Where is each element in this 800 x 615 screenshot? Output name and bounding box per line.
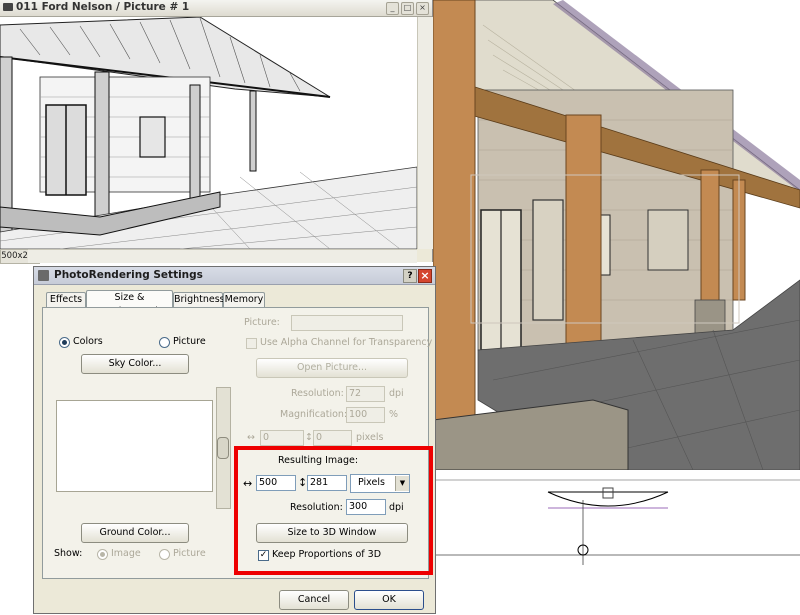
show-image-radio[interactable] [97,549,108,560]
picture-width-field[interactable]: 0 [260,430,304,446]
show-image-label: Image [111,548,141,559]
close-icon[interactable]: × [416,2,429,15]
picture-radio-label: Picture [173,336,206,347]
vertical-scrollbar[interactable] [417,17,433,249]
picture-resolution-unit: dpi [389,388,404,399]
tab-brightness[interactable]: Brightness [173,292,225,307]
picture-radio[interactable] [159,337,170,348]
dialog-app-icon [38,270,49,281]
ok-button[interactable]: OK [354,590,424,610]
magnification-field[interactable]: 100 [346,407,385,423]
magnification-label: Magnification: [280,409,348,420]
picture-height-field[interactable]: 0 [313,430,352,446]
width-arrow-icon: ↔ [247,432,255,443]
magnification-unit: % [389,409,399,420]
ground-color-button[interactable]: Ground Color... [81,523,189,543]
picture-resolution-field[interactable]: 72 [346,386,385,402]
maximize-icon[interactable]: □ [401,2,414,15]
picture-path-field[interactable] [291,315,403,331]
tab-memory[interactable]: Memory [223,292,265,307]
floor-plan-view[interactable] [433,470,800,612]
picture-field-label: Picture: [244,317,280,328]
show-picture-label: Picture [173,548,206,559]
picture-window: 011 Ford Nelson / Picture # 1 _ □ × 500x… [0,0,433,264]
alpha-channel-label: Use Alpha Channel for Transparency [260,337,433,348]
picture-window-title: 011 Ford Nelson / Picture # 1 [16,1,190,13]
sky-color-button[interactable]: Sky Color... [81,354,189,374]
picture-window-titlebar[interactable]: 011 Ford Nelson / Picture # 1 _ □ × [0,0,432,17]
close-icon[interactable]: × [418,269,432,283]
cancel-button[interactable]: Cancel [279,590,349,610]
height-arrow-icon: ↕ [305,432,313,443]
pixels-unit-label: pixels [356,432,384,443]
open-picture-button[interactable]: Open Picture... [256,358,408,378]
colors-radio[interactable] [59,337,70,348]
rendered-sketch-image [0,17,417,249]
tab-size-background[interactable]: Size & Background [86,290,173,317]
horizontal-scrollbar[interactable] [28,249,417,263]
minimize-icon[interactable]: _ [386,2,399,15]
color-preview-box [56,400,213,492]
dialog-title: PhotoRendering Settings [54,269,203,281]
camera-icon [3,3,13,11]
colors-radio-label: Colors [73,336,103,347]
picture-resolution-label: Resolution: [291,388,344,399]
help-icon[interactable]: ? [403,269,417,283]
highlight-annotation-box [234,446,433,575]
alpha-channel-checkbox[interactable] [246,338,257,349]
dialog-titlebar[interactable]: PhotoRendering Settings ? × [34,267,435,285]
link-icon[interactable] [217,437,229,459]
tab-effects[interactable]: Effects [46,292,86,307]
3d-view-window[interactable] [433,0,800,470]
show-label: Show: [54,548,83,559]
show-picture-radio[interactable] [159,549,170,560]
